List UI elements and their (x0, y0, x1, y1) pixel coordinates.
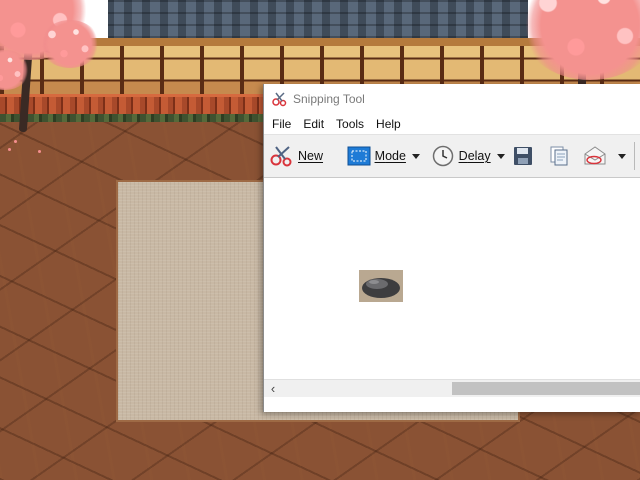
send-dropdown-arrow[interactable] (615, 141, 628, 171)
delay-dropdown-arrow[interactable] (495, 141, 508, 171)
clock-icon (431, 144, 455, 168)
send-button[interactable] (579, 141, 615, 171)
copy-button[interactable] (543, 141, 579, 171)
falling-petal (8, 148, 11, 151)
chevron-down-icon (617, 153, 626, 159)
toolbar: New Mode Delay (264, 134, 640, 178)
menu-tools[interactable]: Tools (334, 117, 372, 131)
save-icon (511, 144, 535, 168)
scissors-icon (270, 144, 294, 168)
delay-button[interactable]: Delay (427, 141, 495, 171)
new-button-label: New (298, 149, 324, 163)
tiled-roof (108, 0, 528, 41)
menu-file[interactable]: File (270, 117, 299, 131)
mode-icon (347, 144, 371, 168)
window-title: Snipping Tool (293, 92, 365, 106)
menu-bar: File Edit Tools Help (264, 114, 640, 134)
title-bar[interactable]: Snipping Tool (264, 84, 640, 114)
toolbar-separator (333, 142, 337, 170)
menu-help[interactable]: Help (374, 117, 409, 131)
horizontal-scrollbar[interactable]: ‹ (264, 379, 640, 397)
toolbar-separator (634, 142, 636, 170)
mode-button-label: Mode (374, 149, 406, 163)
scissors-icon (272, 91, 288, 107)
blossom-cluster (40, 20, 100, 68)
send-icon (583, 144, 607, 168)
falling-petal (14, 140, 17, 143)
copy-icon (547, 144, 571, 168)
captured-snip-image (359, 270, 403, 302)
menu-edit[interactable]: Edit (301, 117, 332, 131)
save-button[interactable] (507, 141, 543, 171)
scroll-left-icon[interactable]: ‹ (266, 381, 280, 396)
chevron-down-icon (497, 153, 505, 159)
snip-canvas: ‹ (264, 178, 640, 397)
scrollbar-thumb[interactable] (452, 382, 640, 395)
chevron-down-icon (412, 153, 421, 159)
mode-button[interactable]: Mode (343, 141, 410, 171)
new-button[interactable]: New (266, 141, 327, 171)
delay-button-label: Delay (458, 149, 491, 163)
mode-dropdown-arrow[interactable] (410, 141, 423, 171)
falling-petal (38, 150, 41, 153)
snipping-tool-window[interactable]: Snipping Tool File Edit Tools Help New M… (263, 84, 640, 412)
